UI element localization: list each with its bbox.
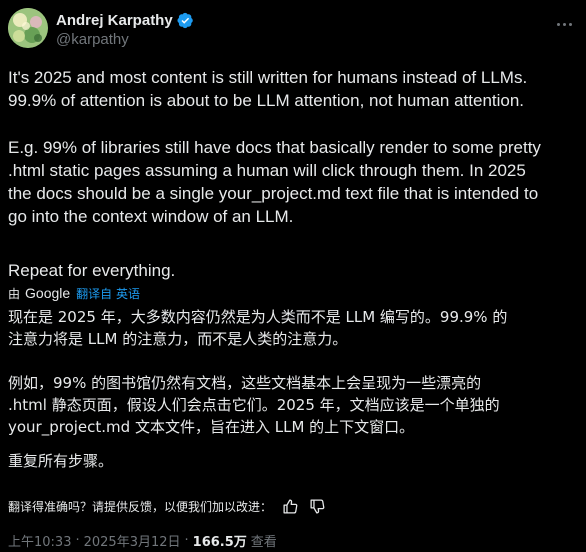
feedback-prompt: 翻译得准确吗？请提供反馈，以便我们加以改进： (8, 499, 273, 514)
tweet: Andrej Karpathy @karpathy It's 2025 and … (8, 8, 578, 550)
author-display-name[interactable]: Andrej Karpathy (56, 12, 173, 29)
avatar[interactable] (8, 8, 48, 48)
more-options-icon[interactable] (554, 14, 574, 34)
tweet-date[interactable]: 2025年3月12日 (84, 531, 181, 550)
tweet-header: Andrej Karpathy @karpathy (8, 8, 578, 56)
tweet-time[interactable]: 上午10:33 (8, 531, 71, 550)
google-logo: Google (25, 285, 71, 301)
translation-attribution: 由 Google 翻译自 英语 (8, 284, 140, 302)
meta-separator: · (184, 532, 189, 548)
translation-paragraph-1: 现在是 2025 年，大多数内容仍然是为人类而不是 LLM 编写的。99.9% … (8, 308, 508, 348)
translation-paragraph-2: 例如，99% 的图书馆仍然有文档，这些文档基本上会呈现为一些漂亮的 .html … (8, 374, 500, 436)
tweet-paragraph-2: E.g. 99% of libraries still have docs th… (8, 138, 541, 226)
meta-separator: · (75, 532, 80, 548)
author-name-row: Andrej Karpathy (56, 10, 194, 30)
verified-badge-icon (177, 12, 193, 28)
translation-feedback: 翻译得准确吗？请提供反馈，以便我们加以改进： (8, 496, 326, 516)
thumbs-down-icon[interactable] (309, 498, 326, 515)
tweet-paragraph-1: It's 2025 and most content is still writ… (8, 68, 528, 110)
tweet-paragraph-3: Repeat for everything. (8, 261, 176, 280)
translated-from-link[interactable]: 翻译自 英语 (76, 285, 140, 302)
author-block: Andrej Karpathy @karpathy (56, 10, 194, 48)
translation-paragraph-3: 重复所有步骤。 (8, 452, 114, 470)
tweet-meta: 上午10:33 · 2025年3月12日 · 166.5万 查看 (8, 530, 277, 550)
author-handle[interactable]: @karpathy (56, 31, 194, 48)
view-count: 166.5万 (192, 534, 247, 550)
avatar-image (8, 8, 48, 48)
views-label: 查看 (250, 534, 277, 550)
thumbs-up-icon[interactable] (282, 498, 299, 515)
translation-by-label: 由 (8, 286, 21, 301)
